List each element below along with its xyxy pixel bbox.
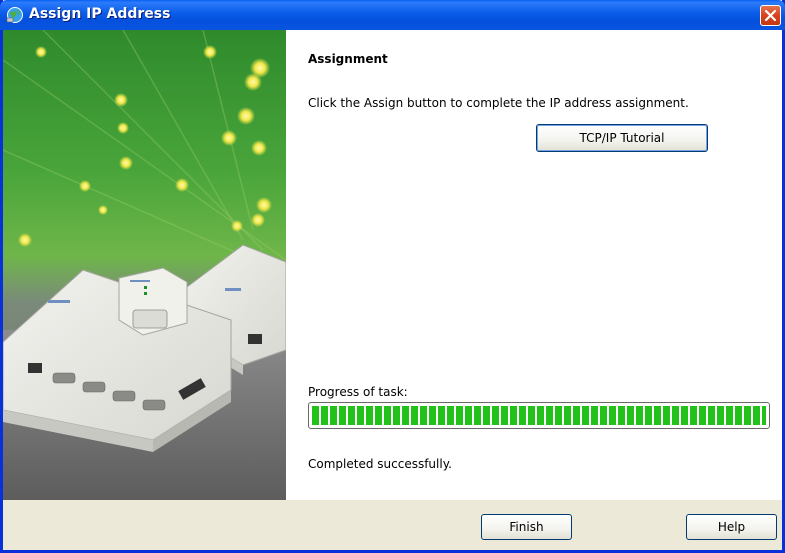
instruction-text: Click the Assign button to complete the … bbox=[308, 96, 689, 110]
help-button[interactable]: Help bbox=[686, 514, 777, 540]
close-icon bbox=[764, 9, 777, 22]
progress-label: Progress of task: bbox=[308, 385, 408, 399]
progress-bar bbox=[308, 402, 770, 429]
finish-button[interactable]: Finish bbox=[481, 514, 572, 540]
wizard-banner-image bbox=[3, 30, 286, 500]
fiber-optic-device-servers-illustration bbox=[3, 30, 286, 500]
progress-fill bbox=[312, 406, 766, 425]
tcpip-tutorial-button[interactable]: TCP/IP Tutorial bbox=[536, 124, 708, 152]
wizard-content-panel: Assignment Click the Assign button to co… bbox=[286, 30, 782, 500]
status-text: Completed successfully. bbox=[308, 457, 452, 471]
dialog-window: Assign IP Address Assignment Click the A… bbox=[0, 0, 785, 553]
network-globe-icon bbox=[6, 6, 24, 24]
close-button[interactable] bbox=[760, 5, 781, 26]
window-title: Assign IP Address bbox=[29, 6, 171, 22]
page-heading: Assignment bbox=[308, 52, 388, 66]
title-bar[interactable]: Assign IP Address bbox=[0, 0, 785, 30]
